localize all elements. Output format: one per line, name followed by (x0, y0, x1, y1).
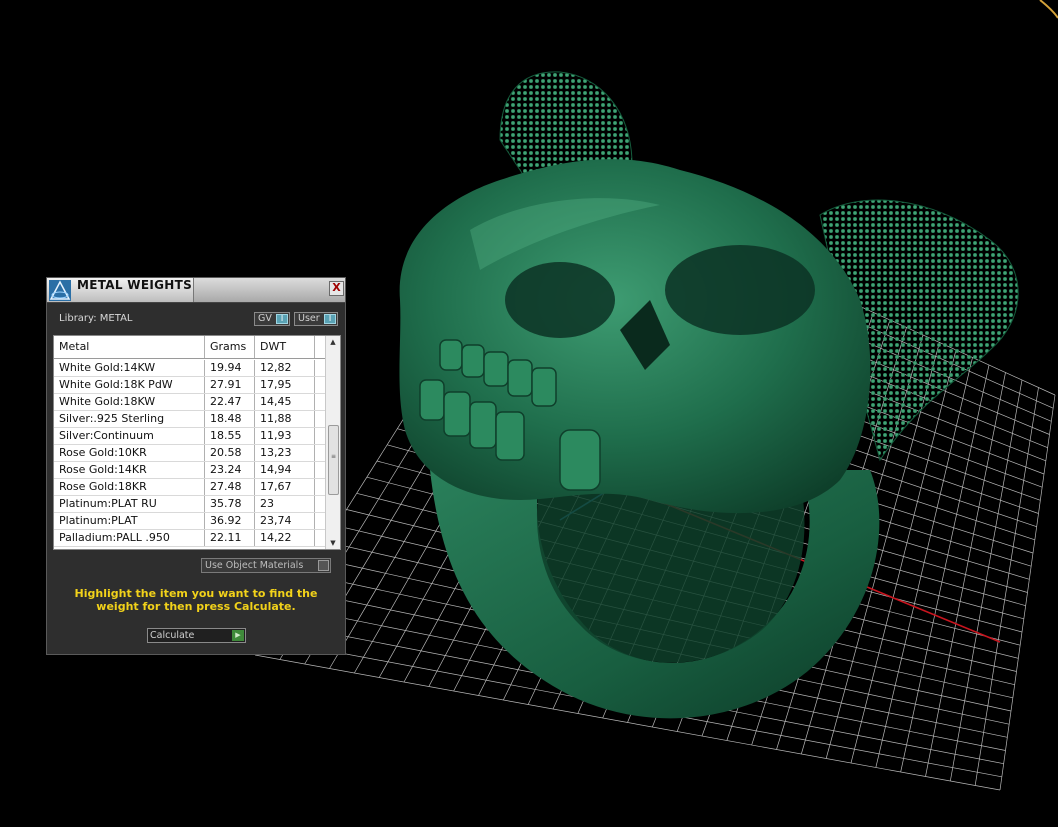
user-toggle[interactable]: User I (294, 312, 338, 326)
cell-grams: 20.58 (205, 445, 255, 461)
skull-ring-model[interactable] (399, 71, 1019, 719)
use-object-materials-label: Use Object Materials (205, 560, 304, 571)
cell-dwt: 12,82 (255, 360, 315, 376)
cell-grams: 27.91 (205, 377, 255, 393)
panel-titlebar[interactable]: METAL WEIGHTS X (47, 278, 345, 303)
cell-metal: Palladium:PALL .950 (54, 530, 205, 546)
left-eye-socket (505, 262, 615, 338)
right-eye-socket (665, 245, 815, 335)
table-row[interactable]: White Gold:18KW 22.47 14,45 (54, 394, 326, 411)
table-row[interactable]: White Gold:18K PdW 27.91 17,95 (54, 377, 326, 394)
cell-metal: Silver:.925 Sterling (54, 411, 205, 427)
grid-line (949, 379, 1023, 782)
grid-line (925, 372, 1006, 777)
metal-table[interactable]: Metal Grams DWT White Gold:14KW 19.94 12,8… (53, 335, 341, 550)
cell-metal: Rose Gold:18KR (54, 479, 205, 495)
cell-grams: 27.48 (205, 479, 255, 495)
table-row[interactable]: Platinum:PLAT RU 35.78 23 (54, 496, 326, 513)
cell-dwt: 11,93 (255, 428, 315, 444)
checkbox-icon[interactable] (318, 560, 329, 571)
play-arrow-icon[interactable]: ▶ (232, 630, 244, 641)
cell-grams: 18.55 (205, 428, 255, 444)
table-row[interactable]: Platinum:PLAT 36.92 23,74 (54, 513, 326, 530)
grid-line (900, 364, 990, 773)
cell-grams: 23.24 (205, 462, 255, 478)
cell-dwt: 17,67 (255, 479, 315, 495)
table-row[interactable]: Rose Gold:14KR 23.24 14,94 (54, 462, 326, 479)
cell-dwt: 17,95 (255, 377, 315, 393)
gv-toggle[interactable]: GV I (254, 312, 290, 326)
cell-metal: White Gold:18KW (54, 394, 205, 410)
column-header-dwt[interactable]: DWT (255, 336, 315, 358)
corner-gizmo (1039, 0, 1058, 19)
cell-grams: 22.11 (205, 530, 255, 546)
cell-dwt: 23,74 (255, 513, 315, 529)
chevron-up-icon[interactable]: ▲ (326, 336, 340, 348)
cell-grams: 22.47 (205, 394, 255, 410)
gv-toggle-indicator: I (276, 314, 288, 324)
cell-metal: Platinum:PLAT RU (54, 496, 205, 512)
user-toggle-label: User (298, 313, 320, 324)
cell-metal: White Gold:14KW (54, 360, 205, 376)
table-row[interactable]: Palladium:PALL .950 22.11 14,22 (54, 530, 326, 547)
cell-dwt: 13,23 (255, 445, 315, 461)
cell-dwt: 14,45 (255, 394, 315, 410)
table-row[interactable]: Rose Gold:10KR 20.58 13,23 (54, 445, 326, 462)
cell-dwt: 14,94 (255, 462, 315, 478)
table-row[interactable]: White Gold:14KW 19.94 12,82 (54, 360, 326, 377)
cell-metal: Rose Gold:10KR (54, 445, 205, 461)
cell-metal: White Gold:18K PdW (54, 377, 205, 393)
cell-dwt: 23 (255, 496, 315, 512)
cell-metal: Rose Gold:14KR (54, 462, 205, 478)
calculate-button[interactable]: Calculate ▶ (147, 628, 246, 643)
grip-icon: ≡ (330, 453, 337, 460)
table-header: Metal Grams DWT (54, 336, 326, 359)
library-label: Library: METAL (59, 313, 133, 324)
metal-weights-panel[interactable]: METAL WEIGHTS X Library: METAL GV I User… (46, 277, 346, 655)
cell-grams: 19.94 (205, 360, 255, 376)
table-row[interactable]: Rose Gold:18KR 27.48 17,67 (54, 479, 326, 496)
cell-grams: 35.78 (205, 496, 255, 512)
grid-line (974, 387, 1039, 786)
calculate-label: Calculate (150, 630, 195, 641)
cell-metal: Platinum:PLAT (54, 513, 205, 529)
use-object-materials-toggle[interactable]: Use Object Materials (201, 558, 331, 573)
cell-grams: 36.92 (205, 513, 255, 529)
table-row[interactable]: Silver:Continuum 18.55 11,93 (54, 428, 326, 445)
cell-dwt: 11,88 (255, 411, 315, 427)
cell-grams: 18.48 (205, 411, 255, 427)
triangle-logo-icon (49, 280, 71, 301)
column-header-metal[interactable]: Metal (54, 336, 205, 358)
user-toggle-indicator: I (324, 314, 336, 324)
hint-text: Highlight the item you want to find the … (74, 587, 318, 613)
close-icon[interactable]: X (329, 281, 344, 296)
gv-toggle-label: GV (258, 313, 272, 324)
cell-dwt: 14,22 (255, 530, 315, 546)
scrollbar-thumb[interactable]: ≡ (328, 425, 339, 495)
cell-metal: Silver:Continuum (54, 428, 205, 444)
panel-title: METAL WEIGHTS (77, 278, 193, 292)
table-scrollbar[interactable]: ▲ ≡ ▼ (325, 336, 340, 549)
grid-line (999, 394, 1056, 791)
table-body: White Gold:14KW 19.94 12,82 White Gold:18K … (54, 360, 326, 547)
column-header-grams[interactable]: Grams (205, 336, 255, 358)
table-row[interactable]: Silver:.925 Sterling 18.48 11,88 (54, 411, 326, 428)
chevron-down-icon[interactable]: ▼ (326, 537, 340, 549)
